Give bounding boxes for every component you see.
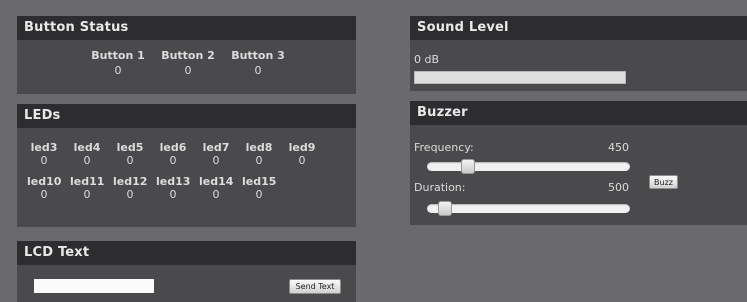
duration-value: 500 xyxy=(608,181,629,194)
led-label: led10 xyxy=(27,175,62,188)
led-item: led5 0 xyxy=(113,141,147,167)
led-label: led12 xyxy=(113,175,148,188)
led-item: led11 0 xyxy=(70,175,104,201)
led-value: 0 xyxy=(298,154,306,167)
led-item: led13 0 xyxy=(156,175,190,201)
led-item: led14 0 xyxy=(199,175,233,201)
led-label: led6 xyxy=(159,141,187,154)
led-item: led15 0 xyxy=(242,175,276,201)
led-label: led8 xyxy=(245,141,273,154)
led-value: 0 xyxy=(255,154,263,167)
sound-level-title: Sound Level xyxy=(410,16,747,40)
button-3-label: Button 3 xyxy=(231,49,285,62)
leds-title: LEDs xyxy=(17,104,356,128)
duration-label: Duration: xyxy=(414,181,466,194)
button-status-title: Button Status xyxy=(17,16,356,40)
button-2-value: 0 xyxy=(184,64,192,77)
led-value: 0 xyxy=(212,154,220,167)
led-label: led13 xyxy=(156,175,191,188)
led-value: 0 xyxy=(83,188,91,201)
led-label: led9 xyxy=(288,141,316,154)
send-text-button[interactable]: Send Text xyxy=(289,279,341,294)
buzzer-panel: Buzzer Frequency: 450 Duration: 500 Buzz xyxy=(410,101,747,225)
led-label: led5 xyxy=(116,141,144,154)
duration-slider[interactable] xyxy=(427,201,630,216)
button-1-value: 0 xyxy=(114,64,122,77)
led-item: led3 0 xyxy=(27,141,61,167)
button-2-status: Button 2 0 xyxy=(157,49,219,77)
buzz-button[interactable]: Buzz xyxy=(649,175,678,189)
led-value: 0 xyxy=(255,188,263,201)
led-item: led12 0 xyxy=(113,175,147,201)
sound-level-value: 0 dB xyxy=(414,53,440,66)
buzzer-title: Buzzer xyxy=(410,101,747,125)
button-status-panel: Button Status Button 1 0 Button 2 0 Butt… xyxy=(17,16,356,94)
lcd-text-title: LCD Text xyxy=(17,241,356,265)
led-label: led7 xyxy=(202,141,230,154)
led-value: 0 xyxy=(212,188,220,201)
button-3-status: Button 3 0 xyxy=(227,49,289,77)
led-item: led8 0 xyxy=(242,141,276,167)
lcd-text-panel: LCD Text Send Text xyxy=(17,241,356,302)
led-item: led4 0 xyxy=(70,141,104,167)
sound-level-panel: Sound Level 0 dB xyxy=(410,16,747,91)
lcd-text-input[interactable] xyxy=(34,279,154,293)
button-3-value: 0 xyxy=(254,64,262,77)
frequency-value: 450 xyxy=(608,141,629,154)
led-item: led9 0 xyxy=(285,141,319,167)
led-value: 0 xyxy=(83,154,91,167)
led-value: 0 xyxy=(40,188,48,201)
sound-level-meter xyxy=(414,71,626,84)
led-value: 0 xyxy=(169,188,177,201)
led-label: led4 xyxy=(73,141,101,154)
led-value: 0 xyxy=(169,154,177,167)
led-label: led3 xyxy=(30,141,58,154)
led-label: led11 xyxy=(70,175,105,188)
frequency-slider[interactable] xyxy=(427,159,630,174)
led-label: led15 xyxy=(242,175,277,188)
led-label: led14 xyxy=(199,175,234,188)
led-value: 0 xyxy=(40,154,48,167)
button-1-status: Button 1 0 xyxy=(87,49,149,77)
duration-slider-thumb[interactable] xyxy=(438,201,452,216)
led-item: led6 0 xyxy=(156,141,190,167)
led-value: 0 xyxy=(126,188,134,201)
led-item: led7 0 xyxy=(199,141,233,167)
frequency-label: Frequency: xyxy=(414,141,474,154)
button-2-label: Button 2 xyxy=(161,49,215,62)
frequency-slider-thumb[interactable] xyxy=(461,159,475,174)
leds-panel: LEDs led3 0 led4 0 led5 0 led6 0 led7 0 … xyxy=(17,104,356,227)
button-1-label: Button 1 xyxy=(91,49,145,62)
led-item: led10 0 xyxy=(27,175,61,201)
led-value: 0 xyxy=(126,154,134,167)
